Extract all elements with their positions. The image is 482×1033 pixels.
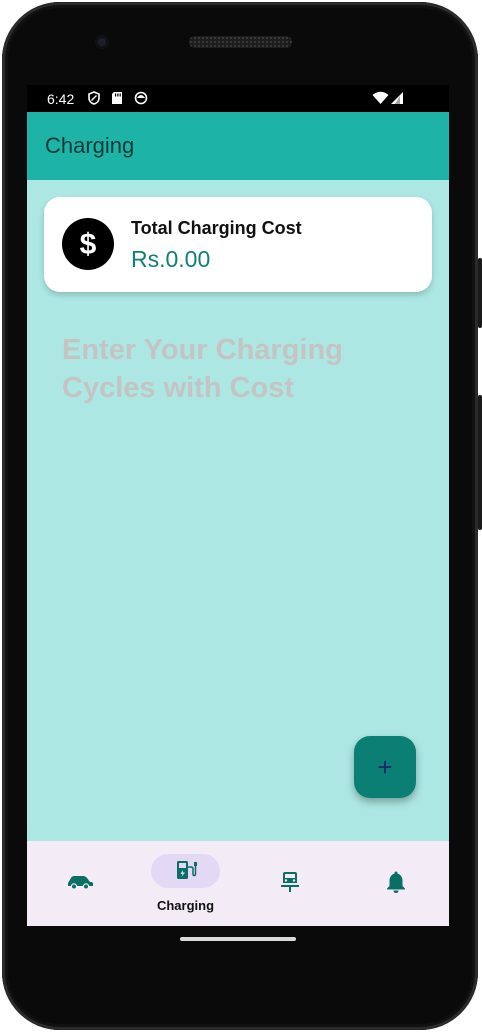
status-bar: 6:42 xyxy=(27,85,449,112)
wifi-icon xyxy=(372,91,389,104)
bottom-navigation: Charging xyxy=(27,841,449,926)
ev-charger-icon xyxy=(177,861,197,879)
home-indicator[interactable] xyxy=(180,937,296,941)
car-service-icon xyxy=(281,872,299,892)
add-charging-fab[interactable]: + xyxy=(354,736,416,798)
empty-state-message: Enter Your Charging Cycles with Cost xyxy=(62,334,343,404)
nav-item-charging[interactable] xyxy=(151,841,220,926)
top-app-bar: Charging xyxy=(27,112,449,180)
dollar-icon: $ xyxy=(62,218,114,270)
plus-icon: + xyxy=(377,752,393,782)
power-button xyxy=(478,258,482,328)
page-title: Charging xyxy=(45,133,135,158)
svg-text:$: $ xyxy=(80,228,97,261)
status-time: 6:42 xyxy=(47,91,75,107)
earpiece-speaker xyxy=(189,36,292,48)
nav-label-charging: Charging xyxy=(156,898,215,913)
card-title: Total Charging Cost xyxy=(131,218,302,238)
front-camera xyxy=(95,35,109,49)
signal-icon xyxy=(391,92,403,104)
sd-card-icon xyxy=(112,92,122,104)
total-cost-value: Rs.0.00 xyxy=(131,246,211,272)
app-screen: 6:42 Charging $ Total Charging Cost Rs.0… xyxy=(27,85,449,926)
sync-icon xyxy=(134,91,148,105)
volume-button xyxy=(478,395,482,530)
car-icon xyxy=(68,876,93,890)
shield-icon xyxy=(88,91,100,105)
bell-icon xyxy=(387,871,405,893)
nav-item-car[interactable] xyxy=(49,841,111,926)
nav-item-notifications[interactable] xyxy=(365,841,427,926)
nav-item-service[interactable] xyxy=(259,841,321,926)
total-cost-card: $ Total Charging Cost Rs.0.00 xyxy=(44,197,432,292)
